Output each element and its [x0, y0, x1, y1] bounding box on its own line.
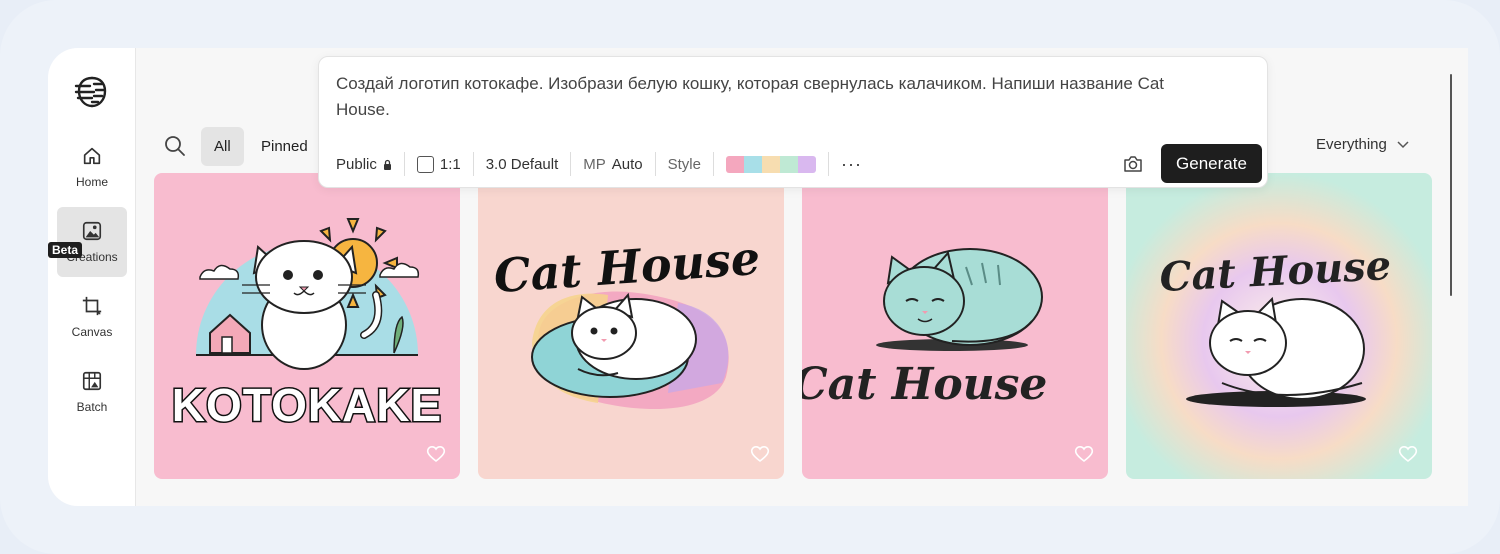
palette-selector[interactable]	[714, 152, 828, 176]
palette-swatch-1	[725, 155, 744, 173]
everything-label: Everything	[1316, 136, 1387, 153]
batch-icon	[82, 371, 102, 391]
visibility-label: Public	[336, 155, 377, 173]
palette-swatch-3	[761, 155, 780, 173]
mp-key-label: MP	[583, 155, 606, 173]
style-selector[interactable]: Style	[656, 152, 713, 176]
aspect-ratio-label: 1:1	[439, 155, 461, 173]
filter-pinned[interactable]: Pinned	[248, 127, 321, 166]
svg-text:KOTOKAKE: KOTOKAKE	[172, 379, 442, 431]
chevron-down-icon	[1397, 140, 1409, 148]
cat-house-logo-image-1: Cat House	[478, 173, 784, 479]
palette-swatch-4	[779, 155, 798, 173]
brand-logo-icon[interactable]	[74, 74, 110, 110]
model-selector[interactable]: 3.0 Default	[474, 152, 571, 176]
home-icon	[83, 147, 101, 165]
lock-icon	[383, 159, 391, 170]
generate-button[interactable]: Generate	[1161, 144, 1262, 183]
filter-all[interactable]: All	[201, 127, 244, 166]
sidebar-item-home[interactable]: Home	[57, 132, 127, 202]
cat-house-logo-image-2: Cat House	[802, 173, 1108, 479]
sidebar-item-label: Canvas	[71, 325, 113, 339]
visibility-toggle[interactable]: Public	[336, 152, 404, 176]
aspect-ratio-icon	[416, 155, 434, 173]
aspect-ratio-selector[interactable]: 1:1	[405, 152, 473, 176]
style-label: Style	[667, 155, 701, 173]
image-icon	[82, 221, 102, 241]
kotokake-logo-image: KOTOKAKE	[154, 173, 460, 479]
sidebar: Home Creations Canvas Batch	[48, 48, 136, 506]
sidebar-item-label: Home	[75, 175, 108, 189]
palette-swatch-2	[743, 155, 762, 173]
everything-dropdown[interactable]: Everything	[1316, 136, 1409, 153]
creation-card-3[interactable]: Cat House	[802, 173, 1108, 479]
prompt-composer: Создай логотип котокафе. Изобрази белую …	[318, 56, 1268, 188]
crop-icon	[82, 296, 102, 316]
model-label: 3.0 Default	[485, 155, 559, 173]
more-icon: ···	[840, 153, 862, 174]
color-palette	[725, 155, 816, 173]
heart-icon[interactable]	[1074, 445, 1094, 463]
cat-house-logo-image-3: Cat House	[1126, 173, 1432, 479]
prompt-options-bar: Public 1:1 3.0 Default MP Auto Style ···	[336, 150, 874, 178]
sidebar-item-canvas[interactable]: Canvas	[57, 282, 127, 352]
prompt-input[interactable]: Создай логотип котокафе. Изобрази белую …	[336, 71, 1216, 123]
sidebar-item-label: Batch	[76, 400, 108, 414]
search-icon[interactable]	[164, 135, 186, 157]
creation-card-4[interactable]: Cat House	[1126, 173, 1432, 479]
beta-badge: Beta	[48, 242, 83, 258]
creation-card-2[interactable]: Cat House	[478, 173, 784, 479]
heart-icon[interactable]	[426, 445, 446, 463]
heart-icon[interactable]	[1398, 445, 1418, 463]
sidebar-item-batch[interactable]: Batch	[57, 357, 127, 427]
camera-icon[interactable]	[1123, 154, 1143, 174]
scrollbar[interactable]	[1450, 74, 1452, 296]
mp-value-label: Auto	[611, 155, 643, 173]
megapixel-selector[interactable]: MP Auto	[571, 152, 654, 176]
heart-icon[interactable]	[750, 445, 770, 463]
more-options-button[interactable]: ···	[829, 152, 874, 176]
creation-card-1[interactable]: KOTOKAKE	[154, 173, 460, 479]
svg-text:Cat House: Cat House	[802, 359, 1047, 410]
palette-swatch-5	[797, 155, 816, 173]
